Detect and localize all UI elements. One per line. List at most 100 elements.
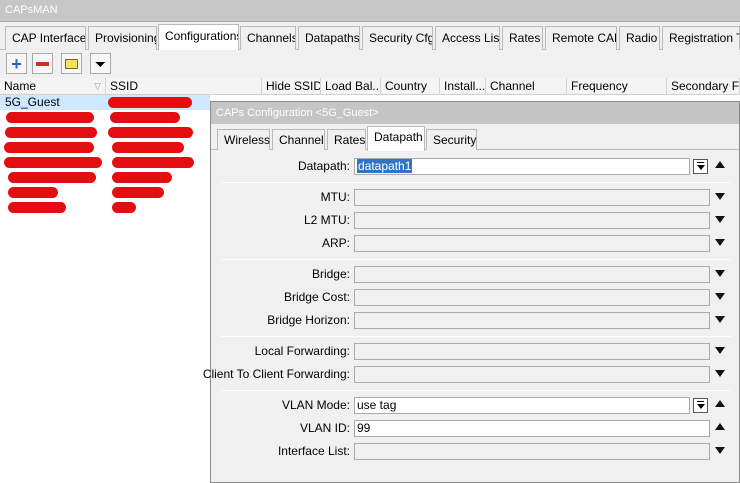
tab-security[interactable]: Security xyxy=(426,129,477,150)
tab-rates[interactable]: Rates xyxy=(327,129,366,150)
datapath-dropdown-icon[interactable] xyxy=(693,159,708,174)
table-header: Name ▽ SSID Hide SSID Load Bal... Country… xyxy=(0,78,740,95)
l2-mtu-label: L2 MTU: xyxy=(303,213,350,227)
tab-radio[interactable]: Radio xyxy=(619,26,660,50)
datapath-select[interactable]: datapath1 xyxy=(354,158,690,175)
redaction-mark xyxy=(4,142,94,153)
comment-button[interactable] xyxy=(61,53,82,74)
expand-arrow-icon[interactable] xyxy=(715,270,725,277)
column-header-country[interactable]: Country xyxy=(381,78,440,95)
tab-security-cfg[interactable]: Security Cfg. xyxy=(362,26,433,50)
redaction-mark xyxy=(108,97,192,108)
tab-datapaths[interactable]: Datapaths xyxy=(298,26,360,50)
table-row[interactable] xyxy=(0,155,210,170)
column-header-secondary-frequency[interactable]: Secondary Fre xyxy=(667,78,740,95)
dialog-titlebar[interactable]: CAPs Configuration <5G_Guest> xyxy=(211,102,739,124)
tab-channels[interactable]: Channels xyxy=(240,26,296,50)
column-header-channel[interactable]: Channel xyxy=(486,78,567,95)
arp-row: ARP: xyxy=(211,235,739,252)
datapath-value: datapath1 xyxy=(357,159,413,173)
tab-provisioning[interactable]: Provisioning xyxy=(88,26,157,50)
column-header-installation[interactable]: Install... xyxy=(440,78,486,95)
column-header-name[interactable]: Name ▽ xyxy=(0,78,106,95)
column-header-frequency[interactable]: Frequency xyxy=(567,78,667,95)
divider xyxy=(221,259,731,260)
redaction-mark xyxy=(5,127,97,138)
dialog-title: CAPs Configuration <5G_Guest> xyxy=(216,107,379,119)
tab-remote-cap[interactable]: Remote CAP xyxy=(545,26,617,50)
remove-button[interactable] xyxy=(32,53,53,74)
tab-rates[interactable]: Rates xyxy=(502,26,543,50)
column-header-hide-ssid[interactable]: Hide SSID xyxy=(262,78,321,95)
mtu-field[interactable] xyxy=(354,189,710,206)
expand-arrow-icon[interactable] xyxy=(715,347,725,354)
bridge-horizon-field[interactable] xyxy=(354,312,710,329)
redaction-mark xyxy=(112,157,194,168)
arp-field[interactable] xyxy=(354,235,710,252)
table-row[interactable] xyxy=(0,185,210,200)
bridge-horizon-label: Bridge Horizon: xyxy=(267,313,350,327)
divider xyxy=(221,390,731,391)
table-row[interactable] xyxy=(0,200,210,215)
client-to-client-forwarding-field[interactable] xyxy=(354,366,710,383)
redaction-mark xyxy=(112,187,164,198)
vlan-mode-dropdown-icon[interactable] xyxy=(693,398,708,413)
divider xyxy=(221,182,731,183)
redaction-mark xyxy=(8,187,58,198)
vlan-mode-select[interactable]: use tag xyxy=(354,397,690,414)
vlan-id-row: VLAN ID: 99 xyxy=(211,420,739,437)
datapath-label: Datapath: xyxy=(297,159,350,173)
interface-list-field[interactable] xyxy=(354,443,710,460)
table-row[interactable] xyxy=(0,125,210,140)
expand-arrow-icon[interactable] xyxy=(715,239,725,246)
datapath-row: Datapath: datapath1 xyxy=(211,158,739,175)
bridge-horizon-row: Bridge Horizon: xyxy=(211,312,739,329)
expand-arrow-icon[interactable] xyxy=(715,447,725,454)
redaction-mark xyxy=(112,172,172,183)
vlan-id-field[interactable]: 99 xyxy=(354,420,710,437)
bridge-cost-label: Bridge Cost: xyxy=(283,290,350,304)
tab-configurations[interactable]: Configurations xyxy=(158,24,239,51)
collapse-arrow-icon[interactable] xyxy=(715,161,725,168)
tab-access-list[interactable]: Access List xyxy=(435,26,500,50)
filter-button[interactable]: ⏷ xyxy=(90,53,111,74)
expand-arrow-icon[interactable] xyxy=(715,216,725,223)
collapse-arrow-icon[interactable] xyxy=(715,423,725,430)
redaction-mark xyxy=(108,127,193,138)
window-title: CAPsMAN xyxy=(5,4,58,16)
redaction-mark xyxy=(6,112,94,123)
sort-icon: ▽ xyxy=(94,81,101,91)
vlan-mode-label: VLAN Mode: xyxy=(281,398,350,412)
bridge-cost-field[interactable] xyxy=(354,289,710,306)
expand-arrow-icon[interactable] xyxy=(715,293,725,300)
column-header-ssid[interactable]: SSID xyxy=(106,78,262,95)
l2-mtu-field[interactable] xyxy=(354,212,710,229)
local-forwarding-label: Local Forwarding: xyxy=(254,344,350,358)
interface-list-row: Interface List: xyxy=(211,443,739,460)
expand-arrow-icon[interactable] xyxy=(715,370,725,377)
expand-arrow-icon[interactable] xyxy=(715,193,725,200)
tab-channel[interactable]: Channel xyxy=(272,129,325,150)
window-titlebar: CAPsMAN xyxy=(0,0,740,22)
table-row[interactable] xyxy=(0,140,210,155)
add-button[interactable]: + xyxy=(6,53,27,74)
table-row[interactable]: 5G_Guest xyxy=(0,95,210,110)
bridge-row: Bridge: xyxy=(211,266,739,283)
tab-wireless[interactable]: Wireless xyxy=(217,129,270,150)
bridge-field[interactable] xyxy=(354,266,710,283)
vlan-mode-row: VLAN Mode: use tag xyxy=(211,397,739,414)
client-to-client-forwarding-row: Client To Client Forwarding: xyxy=(203,366,739,383)
table-row[interactable] xyxy=(0,170,210,185)
expand-arrow-icon[interactable] xyxy=(715,316,725,323)
collapse-arrow-icon[interactable] xyxy=(715,400,725,407)
local-forwarding-row: Local Forwarding: xyxy=(211,343,739,360)
bridge-cost-row: Bridge Cost: xyxy=(211,289,739,306)
tab-cap-interface[interactable]: CAP Interface xyxy=(5,26,86,50)
local-forwarding-field[interactable] xyxy=(354,343,710,360)
tab-registration-table[interactable]: Registration Ta xyxy=(662,26,740,50)
arp-label: ARP: xyxy=(321,236,350,250)
tab-datapath[interactable]: Datapath xyxy=(367,126,425,151)
column-header-load-balance[interactable]: Load Bal... xyxy=(321,78,381,95)
table-row[interactable] xyxy=(0,110,210,125)
dialog-tabbar: Wireless Channel Rates Datapath Security xyxy=(211,124,739,151)
